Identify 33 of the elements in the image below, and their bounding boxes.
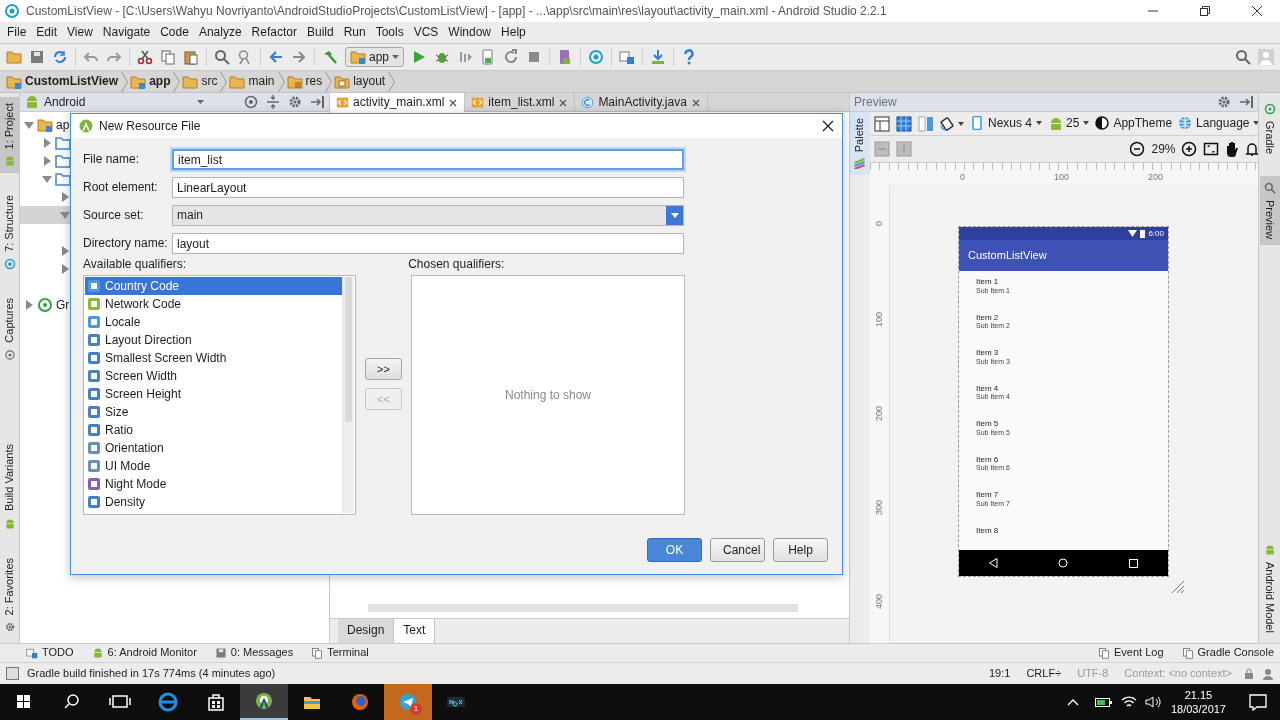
ruler-label: 200 <box>1148 172 1165 185</box>
list-item-title: Item 8 <box>976 525 1000 536</box>
list-item-title: Item 3 <box>976 348 1000 358</box>
list-item-title: Item 5 <box>976 419 1000 429</box>
ruler-label: 100 <box>874 312 885 328</box>
panel-title: Preview <box>854 94 898 110</box>
app-title: CustomListView <box>968 248 1047 263</box>
field-label: Root element: <box>83 179 159 195</box>
section-label: Chosen qualifiers: <box>408 257 505 272</box>
section-label: Available qualifiers: <box>83 257 187 272</box>
tree-label: Gr <box>56 297 70 313</box>
list-item-title: Item 2 <box>976 312 1000 323</box>
zoom-level: 29% <box>1151 141 1176 157</box>
ruler-label: 300 <box>874 500 885 516</box>
field-label: Directory name: <box>83 235 169 251</box>
list-item-title: Item 6 <box>976 454 1000 465</box>
phone-clock: 6:00 <box>1148 228 1164 239</box>
ruler-label: 0 <box>960 172 966 185</box>
list-item-title: Item 7 <box>976 490 1000 500</box>
dialog-title: New Resource File <box>99 118 202 134</box>
field-label: File name: <box>83 151 141 167</box>
ruler-label: 400 <box>874 594 885 610</box>
window-title: CustomListView - [C:\Users\Wahyu Novriyanto\AndroidStudioProjects\CustomListView] - [app] - ...\app\src\main\res\layout\activity_main.xml - Android Studio 2.2.1 <box>26 3 888 19</box>
ruler-label: 200 <box>874 406 885 422</box>
list-item-title: Item 4 <box>976 383 1000 394</box>
status-message: Gradle build finished in 17s 774ms (4 minutes ago) <box>27 666 276 681</box>
field-label: Source set: <box>83 207 145 223</box>
list-item-title: Item 1 <box>976 277 1000 287</box>
ruler-label: 0 <box>874 221 885 226</box>
tree-label: ap <box>56 117 70 133</box>
ruler-label: 100 <box>1054 172 1071 185</box>
notification-badge: 1 <box>410 703 422 715</box>
empty-message: Nothing to show <box>504 388 592 403</box>
